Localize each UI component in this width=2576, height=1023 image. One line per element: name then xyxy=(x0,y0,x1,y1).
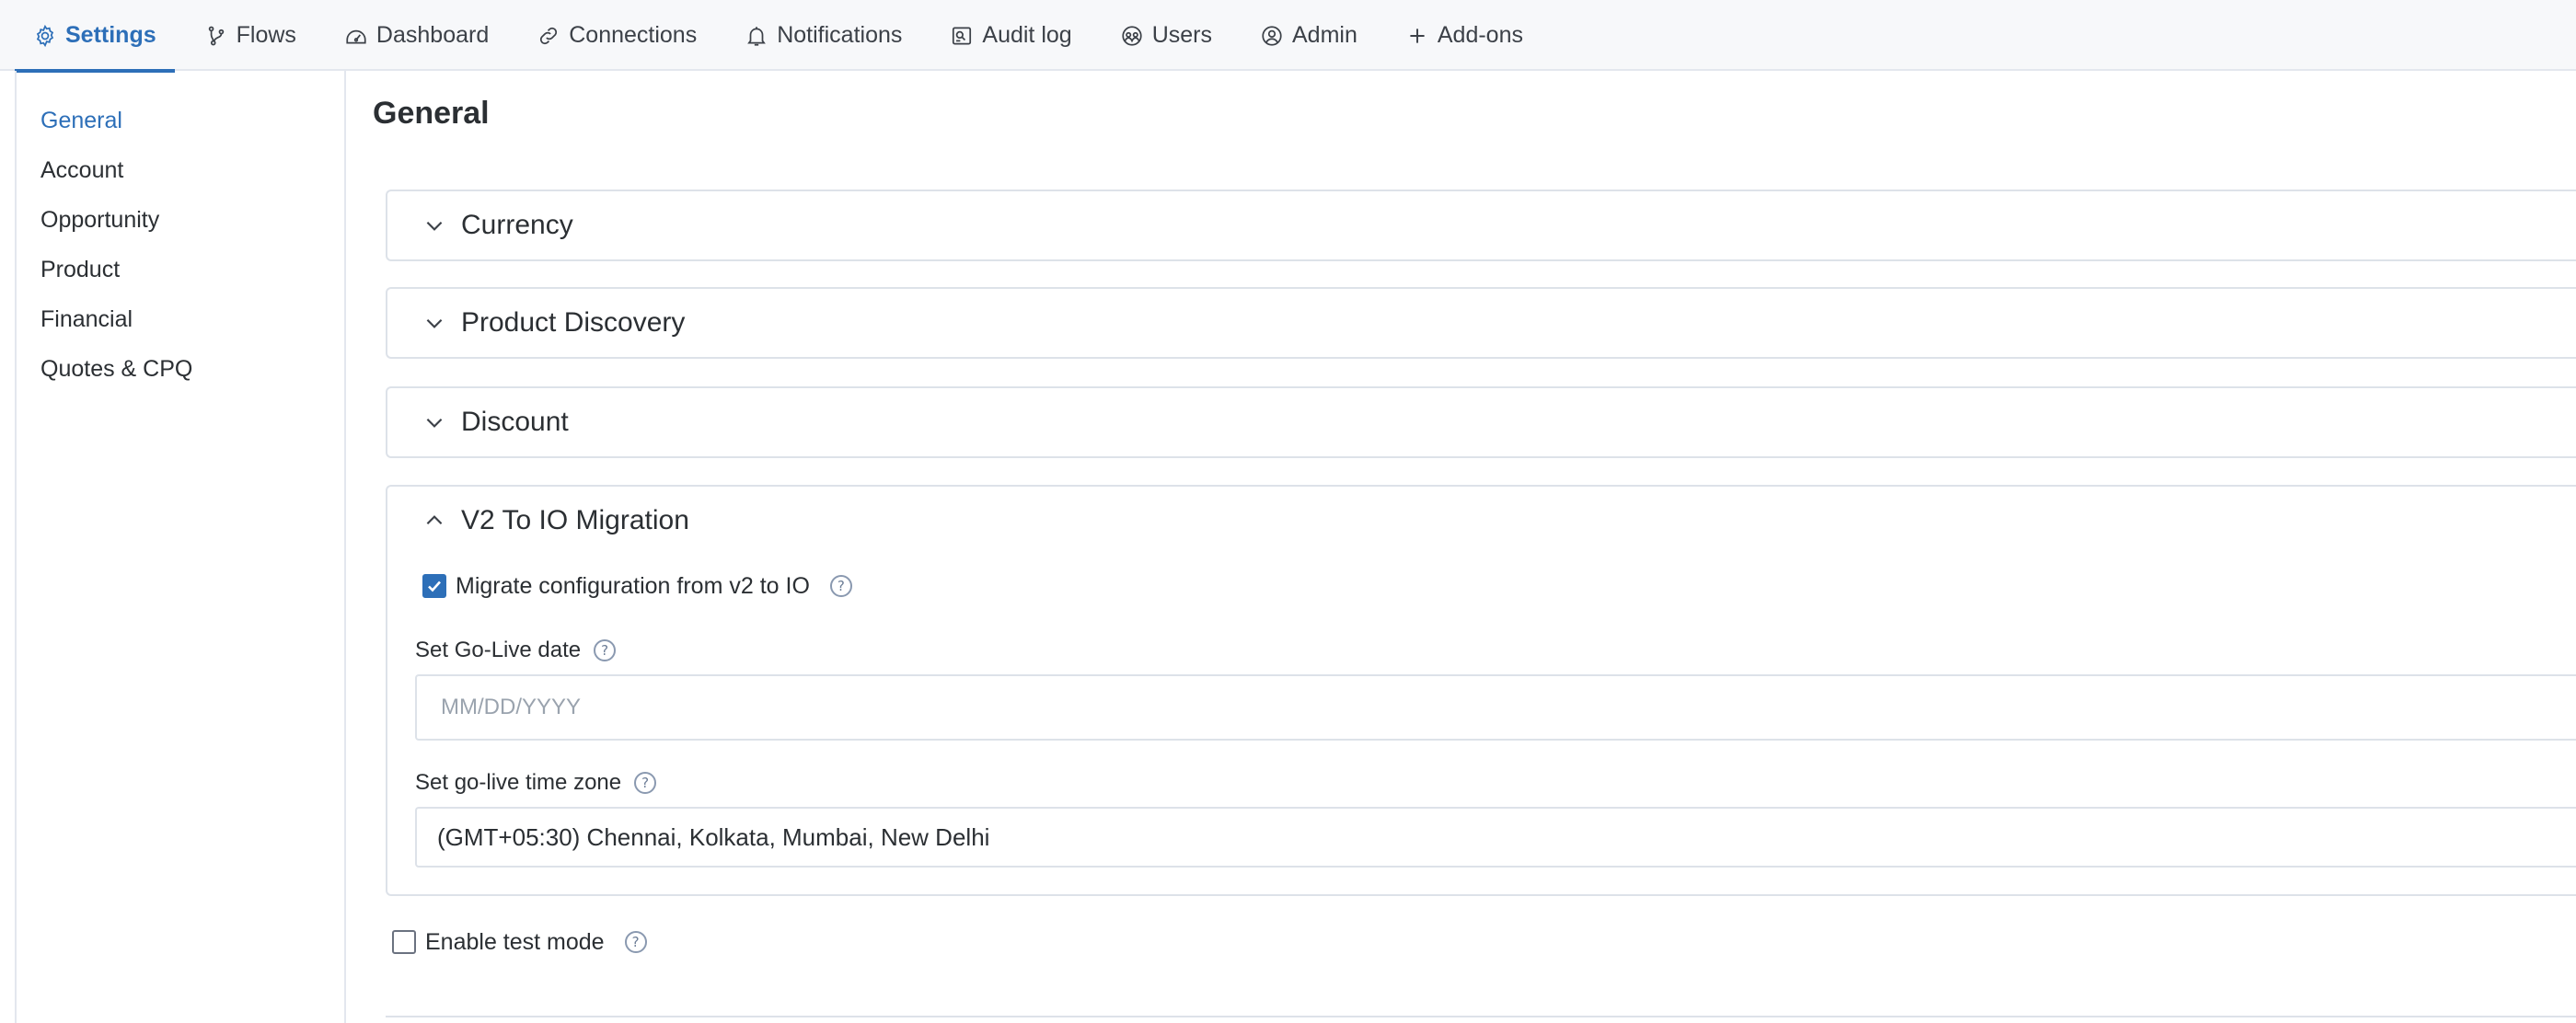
tab-users[interactable]: Users xyxy=(1102,0,1230,71)
plus-icon xyxy=(1405,24,1429,48)
section-divider xyxy=(386,1016,2576,1017)
timezone-label: Set go-live time zone xyxy=(415,770,622,795)
help-icon[interactable]: ? xyxy=(624,931,647,953)
chevron-up-icon xyxy=(422,509,446,533)
nav-tabs: Settings Flows Dashboard Connections Not… xyxy=(15,0,1553,73)
timezone-select[interactable]: (GMT+05:30) Chennai, Kolkata, Mumbai, Ne… xyxy=(415,807,2576,868)
migrate-config-checkbox[interactable] xyxy=(422,574,446,598)
test-mode-row: Enable test mode ? xyxy=(392,927,647,957)
tab-label: Notifications xyxy=(777,22,903,48)
tab-label: Flows xyxy=(236,22,296,48)
tab-audit-log[interactable]: Audit log xyxy=(931,0,1090,71)
go-live-date-input[interactable] xyxy=(415,674,2576,741)
migrate-config-label: Migrate configuration from v2 to IO xyxy=(456,572,810,599)
flow-icon xyxy=(204,24,228,48)
tab-label: Dashboard xyxy=(375,22,490,48)
audit-log-icon xyxy=(950,24,974,48)
bell-icon xyxy=(745,24,768,48)
timezone-selected-value: (GMT+05:30) Chennai, Kolkata, Mumbai, Ne… xyxy=(437,822,990,851)
section-discount-header[interactable]: Discount xyxy=(387,388,2576,456)
chevron-down-icon xyxy=(422,311,446,335)
link-icon xyxy=(537,24,560,48)
tab-settings[interactable]: Settings xyxy=(15,0,175,73)
tab-flows[interactable]: Flows xyxy=(186,0,315,71)
section-discount: Discount xyxy=(386,386,2576,458)
chevron-down-icon xyxy=(422,410,446,434)
timezone-label-row: Set go-live time zone ? xyxy=(415,768,657,798)
go-live-date-label: Set Go-Live date xyxy=(415,638,582,662)
tab-connections[interactable]: Connections xyxy=(518,0,715,71)
sidebar-item-product[interactable]: Product xyxy=(40,257,120,283)
section-product-discovery-header[interactable]: Product Discovery xyxy=(387,289,2576,357)
tab-label: Users xyxy=(1151,22,1212,48)
help-icon[interactable]: ? xyxy=(634,772,657,794)
tab-label: Admin xyxy=(1291,22,1357,48)
section-v2-to-io-migration: V2 To IO Migration Migrate configuration… xyxy=(386,485,2576,896)
migrate-config-row: Migrate configuration from v2 to IO ? xyxy=(422,571,852,601)
go-live-date-label-row: Set Go-Live date ? xyxy=(415,636,617,665)
section-currency-header[interactable]: Currency xyxy=(387,191,2576,259)
section-v2-to-io-migration-header[interactable]: V2 To IO Migration xyxy=(387,487,2576,555)
sidebar-item-general[interactable]: General xyxy=(40,108,122,134)
sidebar-item-financial[interactable]: Financial xyxy=(40,306,133,333)
tab-label: Audit log xyxy=(982,22,1072,48)
sidebar-item-quotes-cpq[interactable]: Quotes & CPQ xyxy=(40,356,192,383)
admin-icon xyxy=(1260,24,1284,48)
gear-icon xyxy=(33,24,57,48)
section-title: V2 To IO Migration xyxy=(461,505,689,535)
chevron-down-icon xyxy=(422,213,446,237)
section-currency: Currency xyxy=(386,190,2576,261)
dashboard-icon xyxy=(344,24,368,48)
page-title: General xyxy=(373,96,490,131)
test-mode-label: Enable test mode xyxy=(425,928,605,955)
users-icon xyxy=(1120,24,1144,48)
tab-label: Connections xyxy=(569,22,698,48)
section-title: Discount xyxy=(461,407,569,437)
settings-sidebar: General Account Opportunity Product Fina… xyxy=(17,71,346,1023)
section-title: Product Discovery xyxy=(461,307,686,338)
help-icon[interactable]: ? xyxy=(829,575,852,597)
tab-label: Settings xyxy=(65,22,156,48)
tab-dashboard[interactable]: Dashboard xyxy=(326,0,507,71)
top-navigation: Settings Flows Dashboard Connections Not… xyxy=(0,0,2576,73)
help-icon[interactable]: ? xyxy=(594,639,617,661)
section-title: Currency xyxy=(461,210,573,240)
tab-label: Add-ons xyxy=(1437,22,1523,48)
tab-add-ons[interactable]: Add-ons xyxy=(1387,0,1542,71)
tab-admin[interactable]: Admin xyxy=(1242,0,1376,71)
sidebar-item-opportunity[interactable]: Opportunity xyxy=(40,207,159,234)
section-product-discovery: Product Discovery xyxy=(386,287,2576,359)
test-mode-checkbox[interactable] xyxy=(392,930,416,954)
sidebar-item-account[interactable]: Account xyxy=(40,157,123,184)
tab-notifications[interactable]: Notifications xyxy=(726,0,920,71)
